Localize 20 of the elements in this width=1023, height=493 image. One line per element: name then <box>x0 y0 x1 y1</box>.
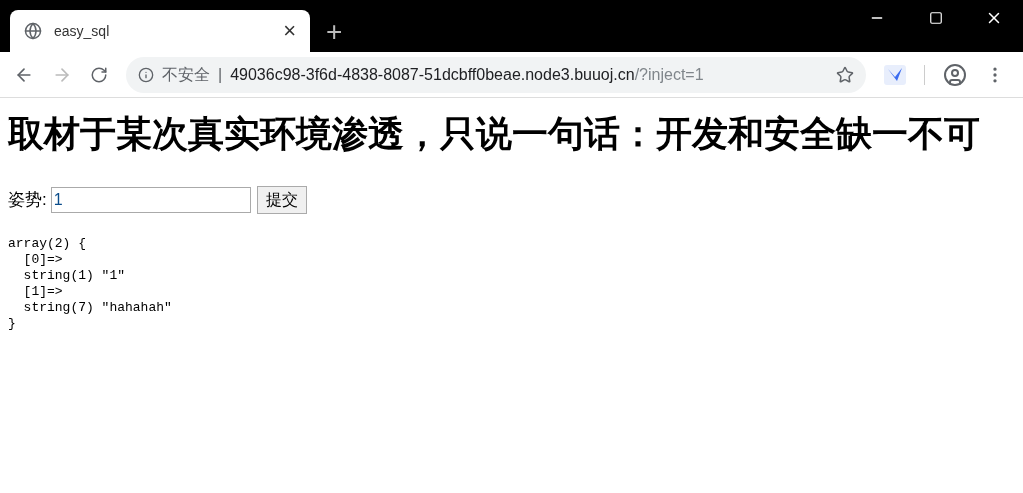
bookmark-star-icon[interactable] <box>836 65 854 84</box>
extension-icon[interactable] <box>884 64 906 85</box>
info-icon[interactable] <box>138 66 154 83</box>
submit-button[interactable]: 提交 <box>256 186 307 214</box>
field-label: 姿势: <box>8 189 47 212</box>
url-text: 49036c98-3f6d-4838-8087-51dcbff0beae.node3.buuoj.cn/?inject=1 <box>230 64 705 85</box>
security-label: 不安全 <box>162 64 210 85</box>
separator: | <box>218 64 223 85</box>
address-bar[interactable]: 不安全 | 49036c98-3f6d-4838-8087-51dcbff0beae.node3.buuoj.cn/?inject=1 <box>126 56 866 93</box>
output-text: array(2) { [0]=> string(1) "1" [1]=> string(7) "hahahah" } <box>8 236 173 332</box>
close-tab-button[interactable]: × <box>283 20 296 42</box>
input-field[interactable]: 1 <box>50 187 251 213</box>
globe-icon <box>24 22 42 40</box>
maximize-icon[interactable] <box>929 11 943 25</box>
reload-icon[interactable] <box>90 65 108 84</box>
profile-icon[interactable] <box>943 62 967 87</box>
browser-tab[interactable]: easy_sql × <box>10 10 310 52</box>
new-tab-button[interactable]: + <box>326 18 343 46</box>
page-heading: 取材于某次真实环境渗透，只说一句话：开发和安全缺一不可 <box>8 112 981 156</box>
tab-title: easy_sql <box>54 21 111 41</box>
